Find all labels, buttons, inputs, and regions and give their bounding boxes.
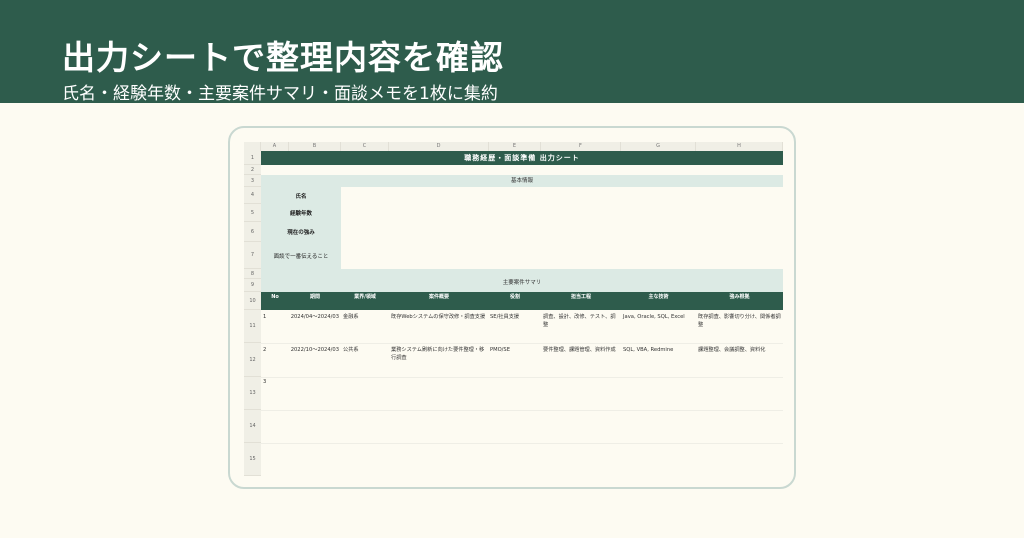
row-number-3[interactable]: 3 <box>244 175 261 187</box>
page-subtitle: 氏名・経験年数・主要案件サマリ・面談メモを1枚に集約 <box>62 84 498 104</box>
corner-cell[interactable] <box>244 142 261 151</box>
basic-info-value-cells[interactable] <box>341 187 783 269</box>
row-number-12[interactable]: 12 <box>244 343 261 377</box>
cell-industry[interactable]: 公共系 <box>343 347 387 355</box>
column-header-g[interactable]: G <box>621 142 696 151</box>
column-header-h[interactable]: H <box>696 142 783 151</box>
column-header-e[interactable]: E <box>489 142 541 151</box>
column-header-d[interactable]: D <box>389 142 489 151</box>
row-number-4[interactable]: 4 <box>244 187 261 204</box>
label-years: 経験年数 <box>261 204 341 222</box>
summary-table-body <box>261 310 783 476</box>
cell-evidence[interactable]: 課題整理、会議調整、資料化 <box>698 347 782 355</box>
row-number-13[interactable]: 13 <box>244 377 261 410</box>
cell-evidence[interactable]: 既存調査、影響切り分け、関係者調整 <box>698 314 782 329</box>
column-header-a[interactable]: A <box>261 142 289 151</box>
th-process: 担当工程 <box>570 294 591 300</box>
label-name: 氏名 <box>261 187 341 204</box>
summary-header: 主要案件サマリ <box>261 279 783 292</box>
column-header-c[interactable]: C <box>341 142 389 151</box>
th-summary: 案件概要 <box>428 294 449 300</box>
cell-tech[interactable]: Java, Oracle, SQL, Excel <box>623 314 695 322</box>
th-period: 期間 <box>309 294 320 300</box>
cell-summary[interactable]: 業務システム刷新に向けた要件整理・移行調査 <box>391 347 487 362</box>
row-number-10[interactable]: 10 <box>244 292 261 310</box>
screenshot-frame: A B C D E F G H 1 2 3 4 5 6 7 8 9 10 11 … <box>228 126 796 489</box>
spreadsheet: A B C D E F G H 1 2 3 4 5 6 7 8 9 10 11 … <box>244 142 783 476</box>
page-title: 出力シートで整理内容を確認 <box>62 38 504 77</box>
row-divider <box>261 443 783 444</box>
cell-summary[interactable]: 既存Webシステムの保守改修・調査支援 <box>391 314 487 322</box>
th-tech: 主な技術 <box>648 294 669 300</box>
th-no: No <box>271 294 279 300</box>
cell-no[interactable]: 1 <box>263 314 287 322</box>
row-number-15[interactable]: 15 <box>244 443 261 476</box>
th-role: 役割 <box>509 294 520 300</box>
row-number-6[interactable]: 6 <box>244 222 261 242</box>
cell-no[interactable]: 3 <box>263 379 287 387</box>
row-8-cells[interactable] <box>261 269 783 279</box>
row-number-2[interactable]: 2 <box>244 165 261 175</box>
row-number-1[interactable]: 1 <box>244 151 261 165</box>
row-divider <box>261 343 783 344</box>
cell-industry[interactable]: 金融系 <box>343 314 387 322</box>
basic-info-header: 基本情報 <box>261 175 783 187</box>
row-number-9[interactable]: 9 <box>244 279 261 292</box>
row-2-cells[interactable] <box>261 165 783 175</box>
column-header-b[interactable]: B <box>289 142 341 151</box>
cell-tech[interactable]: SQL, VBA, Redmine <box>623 347 695 355</box>
sheet-title: 職務経歴・面談準備 出力シート <box>261 151 783 165</box>
row-divider <box>261 377 783 378</box>
cell-role[interactable]: SE/社員支援 <box>490 314 540 322</box>
cell-period[interactable]: 2022/10〜2024/03 <box>289 347 341 355</box>
cell-no[interactable]: 2 <box>263 347 287 355</box>
row-number-14[interactable]: 14 <box>244 410 261 443</box>
cell-role[interactable]: PMO/SE <box>490 347 540 355</box>
th-evidence: 強み根拠 <box>729 294 750 300</box>
cell-process[interactable]: 要件整理、課題管理、資料作成 <box>543 347 619 355</box>
cell-period[interactable]: 2024/04〜2024/03 <box>289 314 341 322</box>
row-number-7[interactable]: 7 <box>244 242 261 269</box>
column-header-f[interactable]: F <box>541 142 621 151</box>
label-message: 面談で一番伝えること <box>261 242 341 269</box>
cell-process[interactable]: 調査、設計、改修、テスト、調整 <box>543 314 619 329</box>
row-number-11[interactable]: 11 <box>244 310 261 343</box>
row-divider <box>261 410 783 411</box>
label-strength: 現在の強み <box>261 222 341 242</box>
row-number-5[interactable]: 5 <box>244 204 261 222</box>
th-industry: 業界/領域 <box>354 294 376 300</box>
summary-table-header: No 期間 業界/領域 案件概要 役割 担当工程 主な技術 強み根拠 <box>261 292 783 310</box>
row-number-8[interactable]: 8 <box>244 269 261 279</box>
